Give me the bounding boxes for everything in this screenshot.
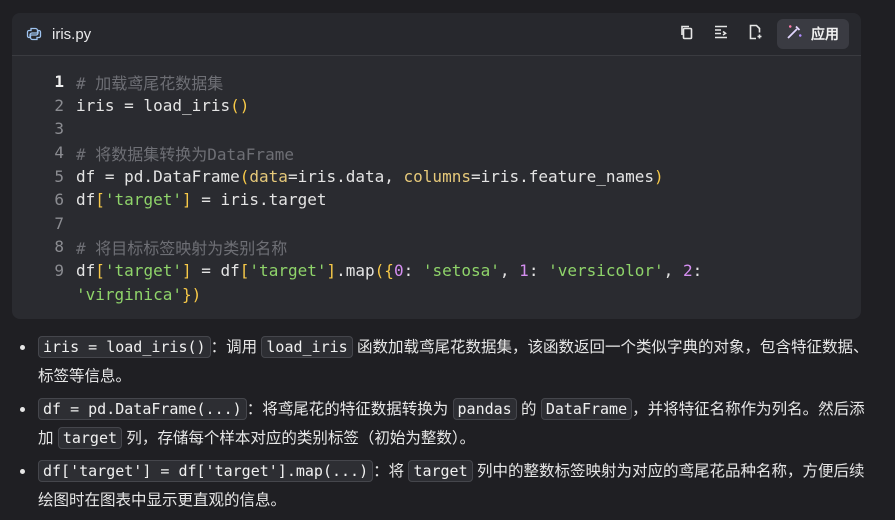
code-line: 'virginica'}) [12,282,861,306]
text: ：将 [373,463,405,480]
text: 的 [521,401,537,418]
list-item: iris = load_iris() ：调用 load_iris 函数加载鸢尾花数… [14,333,874,391]
new-file-button[interactable] [741,20,769,48]
inline-code: target [57,427,123,449]
python-file-icon [26,26,42,42]
code-text: # 将数据集转换为DataFrame [76,144,294,164]
code-line: 2 iris = load_iris() [12,94,861,118]
code-text: df['target'] = iris.target [76,190,327,210]
copy-button[interactable] [673,20,701,48]
text: 列，存储每个样本对应的类别标签（初始为整数）。 [126,430,476,447]
text: ：将鸢尾花的特征数据转换为 [246,401,449,418]
line-number: 3 [54,119,64,139]
apply-button[interactable]: 应用 [777,19,849,49]
code-text: df = pd.DataFrame(data=iris.data, column… [76,166,664,186]
code-content: 1 # 加载鸢尾花数据集 2 iris = load_iris() 3 4 # 将数据… [12,56,861,306]
list-item-text: iris = load_iris() ：调用 load_iris 函数加载鸢尾花数… [38,333,874,391]
list-item-text: df = pd.DataFrame(...) ：将鸢尾花的特征数据转换为 pand… [38,395,874,453]
apply-wand-icon [785,23,803,46]
code-text: 'virginica'}) [76,284,202,304]
code-line: 5 df = pd.DataFrame(data=iris.data, colum… [12,164,861,188]
code-block-header: iris.py 应用 [12,13,861,56]
inline-code: pandas [452,398,517,420]
code-line: 8 # 将目标标签映射为类别名称 [12,235,861,259]
code-line: 1 # 加载鸢尾花数据集 [12,70,861,94]
line-number: 5 [54,166,64,186]
code-text: # 将目标标签映射为类别名称 [76,238,288,258]
list-item-text: df['target'] = df['target'].map(...) ：将 t… [38,457,874,515]
inline-code: df = pd.DataFrame(...) [38,398,247,420]
list-item: df['target'] = df['target'].map(...) ：将 t… [14,457,874,515]
code-block: iris.py 应用 1 # 加载鸢尾花数据集 2 iris = load_ir… [12,13,861,319]
bullet-dot [20,345,25,350]
code-line: 7 [12,212,861,236]
apply-label: 应用 [811,26,839,42]
inline-code: DataFrame [540,398,633,420]
insert-button[interactable] [707,20,735,48]
code-text: # 加载鸢尾花数据集 [76,73,224,93]
code-line: 4 # 将数据集转换为DataFrame [12,141,861,165]
inline-code: load_iris [261,336,353,358]
line-number: 9 [54,261,64,281]
code-text: df['target'] = df['target'].map({0: 'set… [76,261,703,281]
copy-icon [679,24,695,45]
line-number: 4 [54,143,64,163]
inline-code: target [408,460,473,482]
list-item: df = pd.DataFrame(...) ：将鸢尾花的特征数据转换为 pand… [14,395,874,453]
explanation-list: iris = load_iris() ：调用 load_iris 函数加载鸢尾花数… [14,333,874,519]
bullet-dot [20,469,25,474]
inline-code: iris = load_iris() [38,336,211,358]
text: ：调用 [210,339,258,356]
code-line: 3 [12,117,861,141]
code-toolbar: 应用 [673,19,849,49]
code-text: iris = load_iris() [76,95,250,115]
line-number: 7 [54,213,64,233]
filename: iris.py [52,25,92,43]
code-line: 9 df['target'] = df['target'].map({0: 'se… [12,259,861,283]
line-number: 8 [54,237,64,257]
bullet-dot [20,407,25,412]
code-line: 6 df['target'] = iris.target [12,188,861,212]
new-file-icon [747,24,763,45]
line-number: 6 [54,190,64,210]
line-number: 2 [54,95,64,115]
line-number: 1 [54,72,64,92]
insert-icon [713,24,729,45]
inline-code: df['target'] = df['target'].map(...) [38,460,374,482]
